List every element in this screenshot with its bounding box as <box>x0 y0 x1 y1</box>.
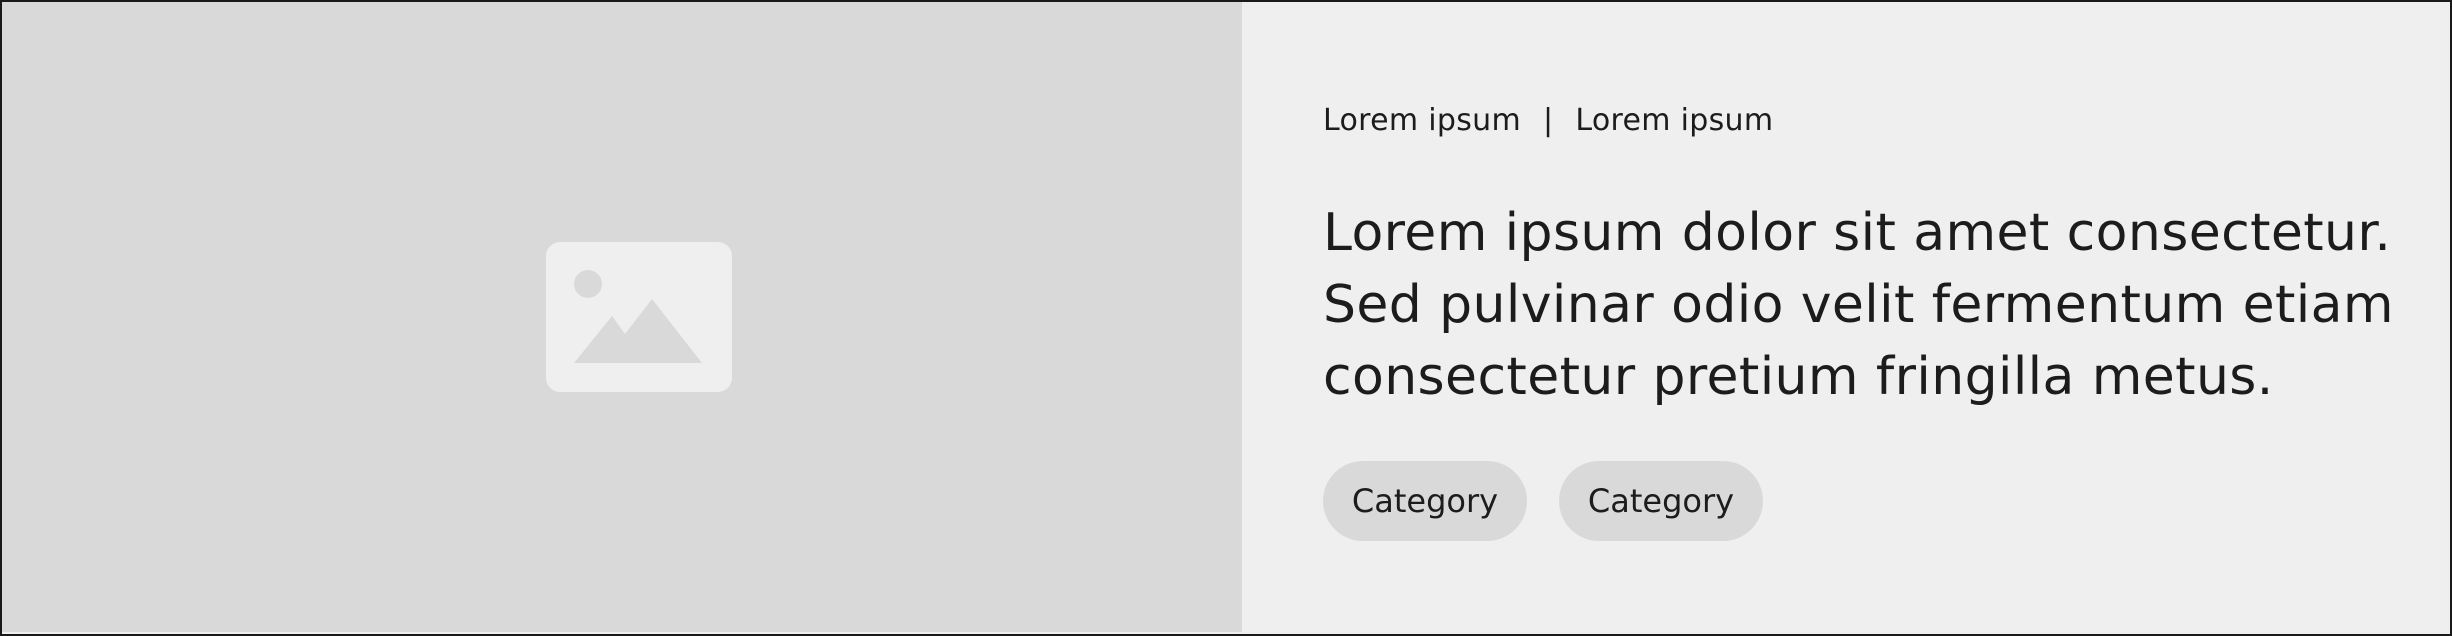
media-placeholder <box>2 2 1242 632</box>
article-card[interactable]: Lorem ipsum | Lorem ipsum Lorem ipsum dolo… <box>0 0 2452 636</box>
tag-list: Category Category <box>1323 461 2450 541</box>
card-content: Lorem ipsum | Lorem ipsum Lorem ipsum dolo… <box>1242 2 2450 634</box>
meta-left: Lorem ipsum <box>1323 103 1521 138</box>
meta-line: Lorem ipsum | Lorem ipsum <box>1323 101 2450 141</box>
category-tag[interactable]: Category <box>1559 461 1763 541</box>
category-tag[interactable]: Category <box>1323 461 1527 541</box>
image-placeholder-icon <box>546 242 732 392</box>
meta-right: Lorem ipsum <box>1575 103 1774 138</box>
meta-separator: | <box>1542 103 1554 138</box>
headline: Lorem ipsum dolor sit amet consectetur. … <box>1323 203 2394 407</box>
